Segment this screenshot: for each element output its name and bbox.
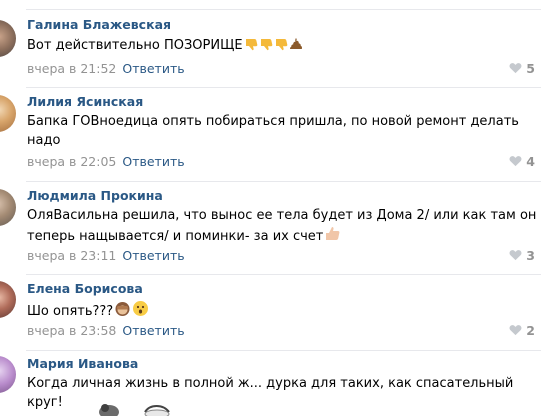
thumbs-down-icon bbox=[274, 37, 288, 51]
avatar[interactable] bbox=[0, 20, 16, 57]
like-count: 2 bbox=[526, 323, 535, 338]
comment-text-body: Вот действительно ПОЗОРИЩЕ bbox=[27, 38, 243, 53]
heart-icon bbox=[509, 324, 522, 336]
attached-image-preview[interactable] bbox=[95, 398, 205, 419]
reply-link[interactable]: Ответить bbox=[122, 154, 184, 169]
comment-text: ОляВасильна решила, что вынос ее тела бу… bbox=[27, 206, 537, 246]
comment-text-body: Бапка ГОВноедица опять побираться пришла… bbox=[27, 114, 519, 148]
heart-icon bbox=[509, 155, 522, 167]
like-button[interactable]: 3 bbox=[509, 248, 535, 263]
comment-time[interactable]: вчера в 22:05 bbox=[27, 154, 116, 169]
avatar[interactable] bbox=[0, 95, 16, 132]
separator bbox=[26, 350, 541, 351]
comment-item: Галина Блажевская Вот действительно ПОЗО… bbox=[0, 0, 555, 88]
thumbs-up-icon bbox=[324, 225, 341, 242]
separator bbox=[26, 274, 541, 275]
thumbs-down-icon bbox=[259, 37, 273, 51]
comment-author[interactable]: Людмила Прокина bbox=[27, 188, 163, 203]
separator bbox=[26, 87, 541, 88]
comment-item: Елена Борисова Шо опять??? вчера в 23:58… bbox=[0, 274, 555, 350]
reply-link[interactable]: Ответить bbox=[122, 61, 184, 76]
heart-icon bbox=[509, 249, 522, 261]
reply-link[interactable]: Ответить bbox=[122, 248, 184, 263]
like-button[interactable]: 2 bbox=[509, 323, 535, 338]
like-button[interactable]: 4 bbox=[509, 154, 535, 169]
comment-author[interactable]: Елена Борисова bbox=[27, 281, 143, 296]
comment-item: Людмила Прокина ОляВасильна решила, что … bbox=[0, 181, 555, 275]
comment-author[interactable]: Мария Иванова bbox=[27, 356, 138, 371]
avatar[interactable] bbox=[0, 281, 16, 318]
comment-meta: вчера в 23:11 Ответить bbox=[27, 248, 185, 263]
like-count: 3 bbox=[526, 248, 535, 263]
comment-text-body: Шо опять??? bbox=[27, 304, 114, 319]
comments-list: Галина Блажевская Вот действительно ПОЗО… bbox=[0, 0, 555, 419]
comment-text: Бапка ГОВноедица опять побираться пришла… bbox=[27, 112, 537, 150]
comment-time[interactable]: вчера в 21:52 bbox=[27, 61, 116, 76]
comment-item: Лилия Ясинская Бапка ГОВноедица опять по… bbox=[0, 87, 555, 181]
comment-text: Вот действительно ПОЗОРИЩЕ bbox=[27, 36, 537, 55]
hushed-face-icon bbox=[132, 300, 149, 317]
comment-meta: вчера в 21:52 Ответить bbox=[27, 61, 185, 76]
avatar[interactable] bbox=[0, 356, 16, 393]
comment-item: Мария Иванова Когда личная жизнь в полно… bbox=[0, 350, 555, 416]
heart-icon bbox=[509, 62, 522, 74]
like-count: 5 bbox=[526, 61, 535, 76]
comment-meta: вчера в 23:58 Ответить bbox=[27, 323, 185, 338]
reply-link[interactable]: Ответить bbox=[122, 323, 184, 338]
comment-time[interactable]: вчера в 23:58 bbox=[27, 323, 116, 338]
thumbs-down-icon bbox=[244, 37, 258, 51]
comment-text-body: ОляВасильна решила, что вынос ее тела бу… bbox=[27, 208, 537, 244]
separator bbox=[26, 9, 541, 10]
avatar[interactable] bbox=[0, 189, 16, 226]
poop-icon bbox=[289, 37, 303, 51]
comment-author[interactable]: Галина Блажевская bbox=[27, 17, 171, 32]
comment-time[interactable]: вчера в 23:11 bbox=[27, 248, 116, 263]
like-count: 4 bbox=[526, 154, 535, 169]
comment-text: Шо опять??? bbox=[27, 300, 537, 321]
comment-author[interactable]: Лилия Ясинская bbox=[27, 94, 143, 109]
like-button[interactable]: 5 bbox=[509, 61, 535, 76]
see-no-evil-monkey-icon bbox=[114, 300, 131, 317]
separator bbox=[26, 181, 541, 182]
comment-meta: вчера в 22:05 Ответить bbox=[27, 154, 185, 169]
